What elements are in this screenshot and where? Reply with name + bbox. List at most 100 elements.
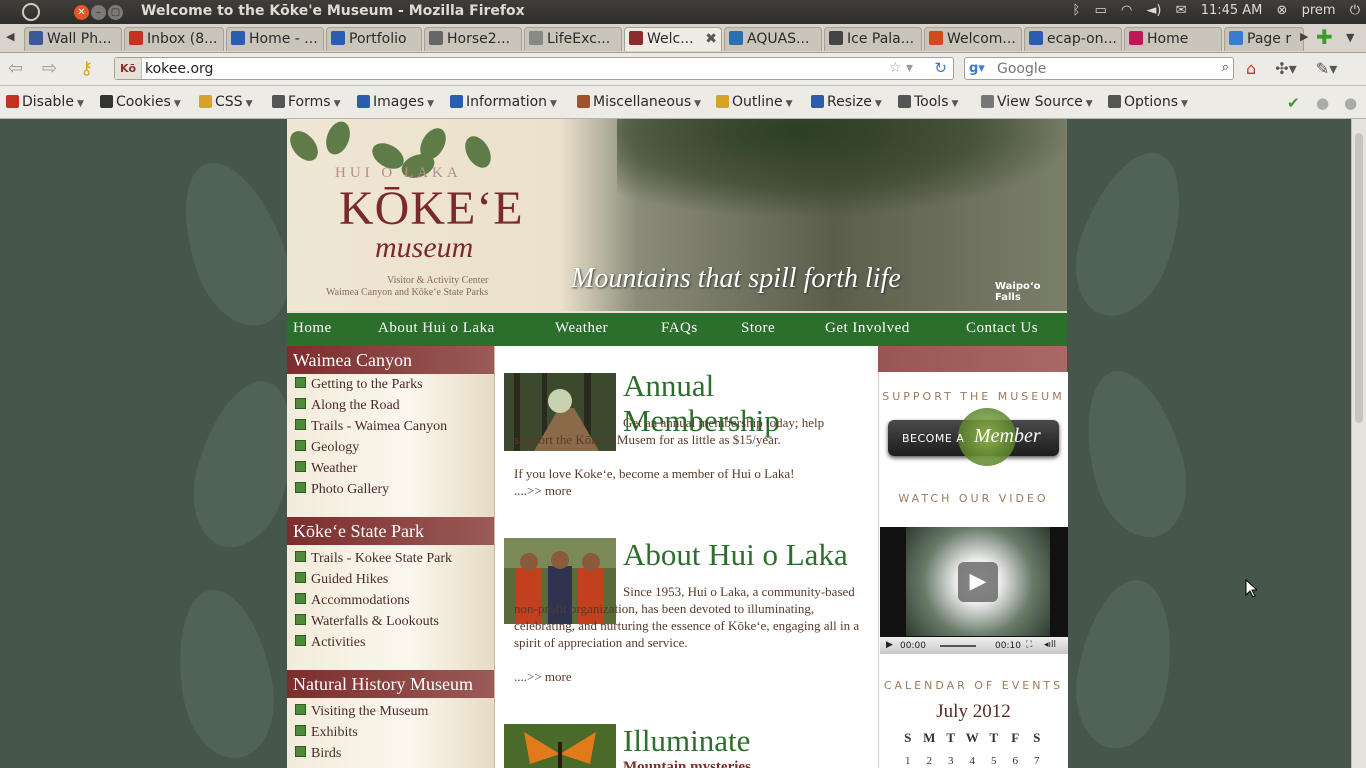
clock[interactable]: 11:45 AM — [1201, 3, 1263, 18]
devbar-cookies-menu[interactable]: Cookies ▼ — [100, 94, 181, 110]
tab-6[interactable]: Welc... ✖ — [624, 27, 722, 51]
video-progress-track[interactable] — [940, 645, 976, 647]
calendar-day[interactable]: 3 — [940, 755, 962, 767]
ubuntu-logo-icon[interactable] — [22, 3, 40, 21]
wifi-icon[interactable]: ◠ — [1121, 3, 1132, 18]
logo-museum[interactable]: museum — [375, 231, 473, 265]
calendar-day[interactable]: 4 — [962, 755, 984, 767]
power-icon[interactable]: ⏻ — [1350, 3, 1360, 18]
reload-icon[interactable]: ↻ — [934, 59, 947, 77]
sidebar-item[interactable]: Photo Gallery — [295, 482, 389, 498]
tab-list-icon[interactable]: ▼ — [1346, 31, 1354, 44]
tab-7[interactable]: AQUAS... — [724, 27, 822, 51]
tab-12[interactable]: Page r — [1224, 27, 1304, 51]
sidebar-item[interactable]: Activities — [295, 635, 365, 651]
devbar-images-menu[interactable]: Images ▼ — [357, 94, 434, 110]
tab-5[interactable]: LifeExc... — [524, 27, 622, 51]
calendar-day[interactable]: 5 — [983, 755, 1005, 767]
illuminate-thumbnail-image[interactable] — [504, 724, 616, 768]
logo-kokee[interactable]: KŌKEʻE — [339, 181, 524, 236]
js-status-icon[interactable]: ● — [1344, 94, 1357, 112]
nav-home[interactable]: Home — [293, 320, 332, 337]
nav-faqs[interactable]: FAQs — [661, 320, 698, 337]
more-link-about[interactable]: ....>> more — [514, 668, 862, 685]
article-title-illuminate[interactable]: Illuminate — [623, 723, 750, 758]
home-icon[interactable]: ⌂ — [1246, 59, 1256, 78]
sidebar-item[interactable]: Weather — [295, 461, 357, 477]
video-player[interactable]: ▶ ▶ 00:00 00:10 ⛶ ◂ıll — [880, 527, 1068, 654]
maximize-window-icon[interactable]: ▢ — [108, 5, 123, 20]
sidebar-item[interactable]: Birds — [295, 746, 341, 762]
sidebar-item[interactable]: Trails - Kokee State Park — [295, 551, 452, 567]
sidebar-item[interactable]: Geology — [295, 440, 359, 456]
devbar-resize-menu[interactable]: Resize ▼ — [811, 94, 882, 110]
key-icon[interactable]: ⚷ — [80, 58, 93, 79]
sidebar-heading[interactable]: Waimea Canyon — [287, 346, 494, 374]
mail-icon[interactable]: ✉ — [1176, 3, 1187, 18]
devbar-information-menu[interactable]: Information ▼ — [450, 94, 557, 110]
battery-icon[interactable]: ▭ — [1095, 3, 1107, 18]
nav-get-involved[interactable]: Get Involved — [825, 320, 910, 337]
nav-about-hui-o-laka[interactable]: About Hui o Laka — [378, 320, 495, 337]
devbar-forms-menu[interactable]: Forms ▼ — [272, 94, 340, 110]
volume-icon[interactable]: ◄) — [1146, 3, 1161, 18]
devbar-options-menu[interactable]: Options ▼ — [1108, 94, 1188, 110]
url-bar[interactable]: Kō kokee.org ☆ ▾ ↻ — [114, 57, 954, 80]
sidebar-heading[interactable]: Kōkeʻe State Park — [287, 517, 494, 545]
url-text[interactable]: kokee.org — [145, 61, 213, 77]
back-arrow-icon[interactable]: ⇦ — [8, 58, 23, 79]
tab-3[interactable]: Portfolio — [326, 27, 422, 51]
google-engine-icon[interactable]: g▾ — [969, 61, 985, 76]
devbar-miscellaneous-menu[interactable]: Miscellaneous ▼ — [577, 94, 701, 110]
sidebar-item[interactable]: Guided Hikes — [295, 572, 388, 588]
scrollbar-thumb[interactable] — [1355, 133, 1363, 423]
html-status-icon[interactable]: ● — [1316, 94, 1329, 112]
devbar-tools-menu[interactable]: Tools ▼ — [898, 94, 958, 110]
tab-8[interactable]: Ice Pala... — [824, 27, 922, 51]
sidebar-item[interactable]: Getting to the Parks — [295, 377, 423, 393]
nav-store[interactable]: Store — [741, 320, 775, 337]
search-bar[interactable]: g▾ ⌕ — [964, 57, 1234, 80]
sidebar-item[interactable]: Accommodations — [295, 593, 410, 609]
tab-scroll-right-icon[interactable]: ▶ — [1300, 30, 1308, 43]
calendar-day[interactable]: 7 — [1026, 755, 1048, 767]
user-menu[interactable]: ⊗ prem — [1277, 3, 1336, 18]
css-valid-check-icon[interactable]: ✔ — [1287, 94, 1300, 112]
tab-0[interactable]: Wall Ph... — [24, 27, 122, 51]
close-window-icon[interactable]: ✕ — [74, 5, 89, 20]
devbar-view-source-menu[interactable]: View Source ▼ — [981, 94, 1093, 110]
tab-scroll-left-icon[interactable]: ◀ — [6, 30, 14, 43]
tab-4[interactable]: Horse2... — [424, 27, 522, 51]
tab-1[interactable]: Inbox (8... — [124, 27, 224, 51]
sidebar-item[interactable]: Trails - Waimea Canyon — [295, 419, 447, 435]
volume-icon[interactable]: ◂ıll — [1044, 640, 1056, 650]
devbar-css-menu[interactable]: CSS ▼ — [199, 94, 252, 110]
tab-9[interactable]: Welcom... — [924, 27, 1022, 51]
bookmark-star-icon[interactable]: ☆ ▾ — [889, 60, 913, 76]
nav-weather[interactable]: Weather — [555, 320, 608, 337]
forward-arrow-icon[interactable]: ⇨ — [42, 58, 57, 79]
play-button-icon[interactable]: ▶ — [958, 562, 998, 602]
calendar-day[interactable]: 6 — [1005, 755, 1027, 767]
page-scrollbar[interactable] — [1351, 119, 1366, 768]
bluetooth-icon[interactable]: ᛒ — [1073, 3, 1081, 18]
sidebar-heading[interactable]: Natural History Museum — [287, 670, 494, 698]
minimize-window-icon[interactable]: – — [91, 5, 106, 20]
tab-10[interactable]: ecap-on... — [1024, 27, 1122, 51]
search-input[interactable] — [995, 60, 1199, 78]
tab-2[interactable]: Home - ... — [226, 27, 324, 51]
fullscreen-icon[interactable]: ⛶ — [1026, 640, 1032, 650]
more-link-membership[interactable]: ....>> more — [514, 482, 862, 499]
sidebar-item[interactable]: Exhibits — [295, 725, 358, 741]
new-tab-plus-icon[interactable]: ✚ — [1316, 27, 1333, 47]
devbar-disable-menu[interactable]: Disable ▼ — [6, 94, 84, 110]
article-title-about-hui-o-laka[interactable]: About Hui o Laka — [623, 537, 848, 572]
addon-icon[interactable]: ✣▾ — [1275, 59, 1296, 78]
calendar-day[interactable]: 2 — [919, 755, 941, 767]
search-icon[interactable]: ⌕ — [1222, 60, 1229, 75]
eyedropper-icon[interactable]: ✎▾ — [1316, 59, 1337, 78]
calendar-day[interactable]: 1 — [897, 755, 919, 767]
close-tab-icon[interactable]: ✖ — [705, 31, 717, 47]
sidebar-item[interactable]: Along the Road — [295, 398, 400, 414]
become-member-button[interactable]: BECOME A Member — [888, 408, 1059, 466]
